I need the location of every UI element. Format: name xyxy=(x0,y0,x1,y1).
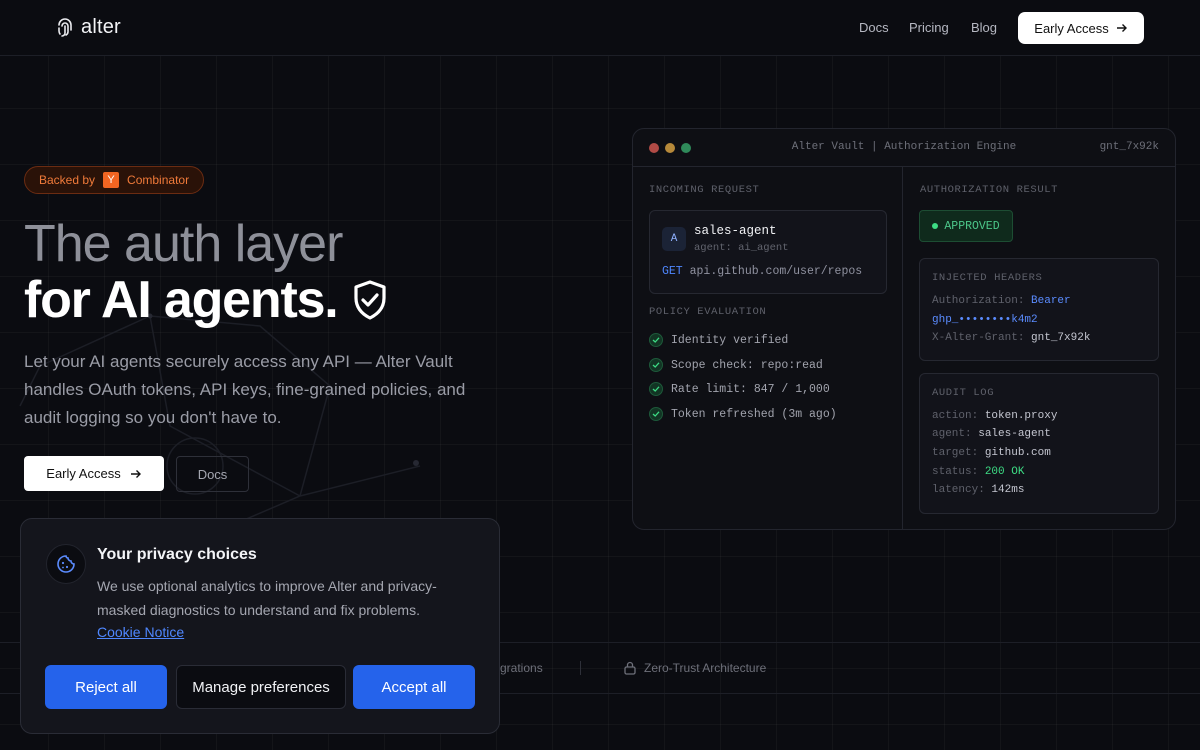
policy-evaluation-label: POLICY EVALUATION xyxy=(649,306,767,318)
policy-check-row: Token refreshed (3m ago) xyxy=(649,407,837,421)
feature-zero-trust: Zero-Trust Architecture xyxy=(624,661,766,675)
header-token-value: ghp_••••••••k4m2 xyxy=(932,314,1038,326)
feature-integrations: grations xyxy=(500,661,543,675)
privacy-text: We use optional analytics to improve Alt… xyxy=(97,578,437,618)
agent-name: sales-agent xyxy=(694,224,777,238)
request-line: GET api.github.com/user/repos xyxy=(662,265,862,278)
audit-key: agent: xyxy=(932,428,972,440)
yc-badge[interactable]: Backed by Y Combinator xyxy=(24,166,205,194)
arrow-right-icon xyxy=(130,469,141,478)
hero-title-line1: The auth layer xyxy=(24,215,343,273)
audit-entry: status: 200 OK xyxy=(932,466,1024,478)
nav-early-access-button[interactable]: Early Access xyxy=(1018,12,1144,44)
logo[interactable]: alter xyxy=(55,16,121,39)
check-icon xyxy=(649,382,663,396)
policy-check-text: Token refreshed (3m ago) xyxy=(671,407,837,421)
hero-description: Let your AI agents securely access any A… xyxy=(24,352,466,427)
manage-preferences-button[interactable]: Manage preferences xyxy=(176,665,346,709)
nav-link-pricing[interactable]: Pricing xyxy=(909,20,949,35)
hero-docs-button[interactable]: Docs xyxy=(176,456,249,492)
privacy-title: Your privacy choices xyxy=(97,546,257,563)
audit-entry: agent: sales-agent xyxy=(932,428,1051,440)
logo-text: alter xyxy=(81,16,121,38)
audit-value: github.com xyxy=(984,447,1051,459)
reject-all-button[interactable]: Reject all xyxy=(45,665,167,709)
audit-value: sales-agent xyxy=(978,428,1051,440)
audit-value: 200 OK xyxy=(984,466,1025,478)
approved-status-text: APPROVED xyxy=(944,219,1000,233)
header-authorization: Authorization: Bearer xyxy=(932,295,1071,307)
top-navbar: alter Docs Pricing Blog Early Access xyxy=(0,0,1200,56)
audit-entry: latency: 142ms xyxy=(932,484,1024,496)
audit-key: target: xyxy=(932,447,979,459)
request-method: GET xyxy=(662,265,683,278)
policy-check-text: Rate limit: 847 / 1,000 xyxy=(671,382,830,396)
vault-grant-id: gnt_7x92k xyxy=(1099,141,1159,153)
check-icon xyxy=(649,407,663,421)
header-value: gnt_7x92k xyxy=(1031,332,1091,344)
policy-check-text: Scope check: repo:read xyxy=(671,358,823,372)
request-endpoint: api.github.com/user/repos xyxy=(689,265,863,278)
vault-title: Alter Vault | Authorization Engine xyxy=(791,141,1017,153)
audit-value: token.proxy xyxy=(984,410,1058,422)
yc-badge-prefix: Backed by xyxy=(39,173,96,187)
privacy-consent-dialog: Your privacy choices We use optional ana… xyxy=(20,518,500,734)
nav-link-blog[interactable]: Blog xyxy=(971,20,997,35)
audit-key: status: xyxy=(932,466,979,478)
hero-title-line2: for AI agents. xyxy=(24,271,339,329)
approved-status-badge: APPROVED xyxy=(919,210,1013,242)
policy-check-row: Identity verified xyxy=(649,333,788,347)
audit-entry: target: github.com xyxy=(932,447,1051,459)
header-key: Authorization: xyxy=(932,295,1025,307)
feature-zero-trust-label: Zero-Trust Architecture xyxy=(644,661,767,675)
vault-panel: Alter Vault | Authorization Engine gnt_7… xyxy=(632,128,1176,530)
audit-key: action: xyxy=(932,410,979,422)
header-value: Bearer xyxy=(1031,295,1071,307)
audit-log-label: AUDIT LOG xyxy=(932,387,995,399)
nav-early-access-label: Early Access xyxy=(1034,20,1109,36)
cookie-icon xyxy=(46,544,86,584)
header-token: ghp_••••••••k4m2 xyxy=(932,314,1038,326)
audit-value: 142ms xyxy=(991,484,1025,496)
nav-link-docs[interactable]: Docs xyxy=(859,20,889,35)
agent-type: agent: ai_agent xyxy=(694,242,789,254)
check-icon xyxy=(649,358,663,372)
header-grant: X-Alter-Grant: gnt_7x92k xyxy=(932,332,1090,344)
vault-titlebar: Alter Vault | Authorization Engine gnt_7… xyxy=(633,129,1175,167)
yc-badge-suffix: Combinator xyxy=(127,173,190,187)
arrow-right-icon xyxy=(1116,24,1127,32)
audit-entry: action: token.proxy xyxy=(932,410,1057,422)
yc-logo-icon: Y xyxy=(103,172,120,188)
policy-check-row: Scope check: repo:read xyxy=(649,358,823,372)
check-icon xyxy=(649,333,663,347)
vault-left-column: INCOMING REQUEST A sales-agent agent: ai… xyxy=(633,167,903,529)
audit-key: latency: xyxy=(932,484,985,496)
lock-icon xyxy=(624,661,636,675)
strip-divider xyxy=(580,661,581,675)
policy-check-row: Rate limit: 847 / 1,000 xyxy=(649,382,830,396)
hero-title-line2-wrapper: for AI agents. xyxy=(24,270,388,330)
hero-early-access-button[interactable]: Early Access xyxy=(24,456,164,491)
injected-headers-box: INJECTED HEADERS Authorization: Bearer g… xyxy=(919,258,1159,361)
authorization-result-label: AUTHORIZATION RESULT xyxy=(920,184,1059,196)
injected-headers-label: INJECTED HEADERS xyxy=(932,272,1043,284)
request-card: A sales-agent agent: ai_agent GET api.gi… xyxy=(649,210,887,294)
policy-check-text: Identity verified xyxy=(671,333,789,347)
header-key: X-Alter-Grant: xyxy=(932,332,1025,344)
audit-log-box: AUDIT LOG action: token.proxy agent: sal… xyxy=(919,373,1159,514)
cookie-notice-link[interactable]: Cookie Notice xyxy=(97,624,184,640)
incoming-request-label: INCOMING REQUEST xyxy=(649,184,760,196)
hero-early-access-label: Early Access xyxy=(46,466,121,481)
vault-right-column: AUTHORIZATION RESULT APPROVED INJECTED H… xyxy=(903,167,1175,529)
accept-all-button[interactable]: Accept all xyxy=(353,665,475,709)
status-dot-icon xyxy=(932,223,939,229)
fingerprint-logo-icon xyxy=(58,17,72,37)
agent-avatar: A xyxy=(662,227,686,251)
shield-check-icon xyxy=(353,280,386,320)
